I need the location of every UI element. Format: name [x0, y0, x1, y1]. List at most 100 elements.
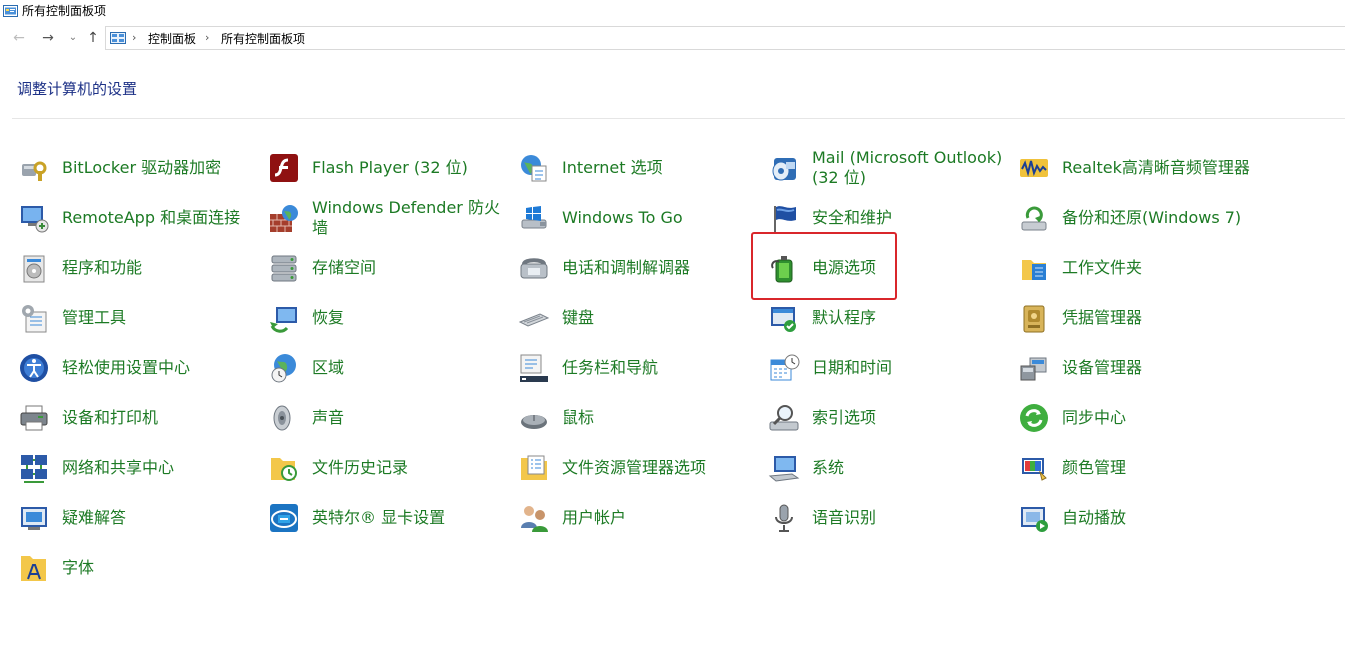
forward-button[interactable]: →: [39, 29, 57, 47]
control-panel-item[interactable]: 疑难解答: [18, 498, 258, 538]
item-label[interactable]: 设备和打印机: [62, 398, 258, 438]
item-label[interactable]: Windows To Go: [562, 198, 758, 238]
control-panel-item[interactable]: 工作文件夹: [1018, 248, 1258, 288]
item-label[interactable]: 索引选项: [812, 398, 1008, 438]
item-label[interactable]: 存储空间: [312, 248, 508, 288]
back-button[interactable]: ←: [10, 29, 28, 47]
item-label[interactable]: Flash Player (32 位): [312, 148, 508, 188]
mouse-icon: [518, 402, 550, 434]
page-heading: 调整计算机的设置: [17, 80, 138, 98]
item-label[interactable]: Windows Defender 防火墙: [312, 198, 508, 238]
control-panel-item[interactable]: Internet 选项: [518, 148, 758, 188]
control-panel-item[interactable]: 语音识别: [768, 498, 1008, 538]
control-panel-item[interactable]: 区域: [268, 348, 508, 388]
internet-options-icon: [518, 152, 550, 184]
devices-printers-icon: [18, 402, 50, 434]
control-panel-item[interactable]: RemoteApp 和桌面连接: [18, 198, 258, 238]
up-button[interactable]: ↑: [84, 29, 102, 47]
item-label[interactable]: 工作文件夹: [1062, 248, 1258, 288]
item-label[interactable]: 备份和还原(Windows 7): [1062, 198, 1258, 238]
breadcrumb-separator[interactable]: ›: [205, 30, 209, 46]
control-panel-item[interactable]: Windows Defender 防火墙: [268, 198, 508, 238]
control-panel-item[interactable]: 自动播放: [1018, 498, 1258, 538]
item-label[interactable]: 鼠标: [562, 398, 758, 438]
item-label[interactable]: 区域: [312, 348, 508, 388]
indexing-options-icon: [768, 402, 800, 434]
item-label[interactable]: 同步中心: [1062, 398, 1258, 438]
item-label[interactable]: 语音识别: [812, 498, 1008, 538]
control-panel-item[interactable]: 英特尔® 显卡设置: [268, 498, 508, 538]
item-label[interactable]: 电话和调制解调器: [562, 248, 758, 288]
item-label[interactable]: Internet 选项: [562, 148, 758, 188]
control-panel-item[interactable]: 任务栏和导航: [518, 348, 758, 388]
control-panel-item[interactable]: BitLocker 驱动器加密: [18, 148, 258, 188]
control-panel-item[interactable]: Windows To Go: [518, 198, 758, 238]
control-panel-item[interactable]: 网络和共享中心: [18, 448, 258, 488]
recent-locations-button[interactable]: ⌄: [64, 29, 82, 47]
control-panel-item[interactable]: Realtek高清晰音频管理器: [1018, 148, 1258, 188]
item-label[interactable]: 自动播放: [1062, 498, 1258, 538]
control-panel-item[interactable]: 存储空间: [268, 248, 508, 288]
control-panel-item[interactable]: 日期和时间: [768, 348, 1008, 388]
item-label[interactable]: 轻松使用设置中心: [62, 348, 258, 388]
control-panel-item[interactable]: 文件资源管理器选项: [518, 448, 758, 488]
credential-manager-icon: [1018, 302, 1050, 334]
item-label[interactable]: 英特尔® 显卡设置: [312, 498, 508, 538]
address-bar[interactable]: › 控制面板 › 所有控制面板项: [105, 26, 1345, 50]
item-label[interactable]: 声音: [312, 398, 508, 438]
breadcrumb-control-panel[interactable]: 控制面板: [148, 31, 196, 47]
control-panel-item[interactable]: 声音: [268, 398, 508, 438]
control-panel-item[interactable]: 键盘: [518, 298, 758, 338]
control-panel-item[interactable]: 默认程序: [768, 298, 1008, 338]
item-label[interactable]: 管理工具: [62, 298, 258, 338]
control-panel-item[interactable]: 系统: [768, 448, 1008, 488]
control-panel-item[interactable]: 设备管理器: [1018, 348, 1258, 388]
system-icon: [768, 452, 800, 484]
control-panel-item[interactable]: 鼠标: [518, 398, 758, 438]
bitlocker-icon: [18, 152, 50, 184]
sound-icon: [268, 402, 300, 434]
breadcrumb-separator[interactable]: ›: [132, 30, 136, 46]
control-panel-item[interactable]: 字体: [18, 548, 258, 588]
item-label[interactable]: Realtek高清晰音频管理器: [1062, 148, 1258, 188]
item-label[interactable]: Mail (Microsoft Outlook) (32 位): [812, 148, 1008, 188]
control-panel-item[interactable]: 凭据管理器: [1018, 298, 1258, 338]
item-label[interactable]: 疑难解答: [62, 498, 258, 538]
item-label[interactable]: 用户帐户: [562, 498, 758, 538]
intel-graphics-icon: [268, 502, 300, 534]
item-label[interactable]: 默认程序: [812, 298, 1008, 338]
item-label[interactable]: 系统: [812, 448, 1008, 488]
item-label[interactable]: 恢复: [312, 298, 508, 338]
item-label[interactable]: RemoteApp 和桌面连接: [62, 198, 258, 238]
control-panel-item[interactable]: Mail (Microsoft Outlook) (32 位): [768, 148, 1008, 188]
control-panel-item[interactable]: 索引选项: [768, 398, 1008, 438]
item-label[interactable]: 文件历史记录: [312, 448, 508, 488]
item-label[interactable]: 颜色管理: [1062, 448, 1258, 488]
item-label[interactable]: 网络和共享中心: [62, 448, 258, 488]
item-label[interactable]: 凭据管理器: [1062, 298, 1258, 338]
control-panel-item[interactable]: 管理工具: [18, 298, 258, 338]
control-panel-item[interactable]: 文件历史记录: [268, 448, 508, 488]
item-label[interactable]: BitLocker 驱动器加密: [62, 148, 258, 188]
control-panel-item[interactable]: 颜色管理: [1018, 448, 1258, 488]
item-label[interactable]: 日期和时间: [812, 348, 1008, 388]
item-label[interactable]: 字体: [62, 548, 258, 588]
item-label[interactable]: 程序和功能: [62, 248, 258, 288]
control-panel-item[interactable]: 备份和还原(Windows 7): [1018, 198, 1258, 238]
control-panel-item[interactable]: 用户帐户: [518, 498, 758, 538]
flash-player-icon: [268, 152, 300, 184]
item-label[interactable]: 文件资源管理器选项: [562, 448, 758, 488]
control-panel-item[interactable]: 程序和功能: [18, 248, 258, 288]
control-panel-item[interactable]: 电话和调制解调器: [518, 248, 758, 288]
item-label[interactable]: 任务栏和导航: [562, 348, 758, 388]
title-bar: 所有控制面板项: [0, 0, 1345, 22]
color-management-icon: [1018, 452, 1050, 484]
control-panel-item[interactable]: 恢复: [268, 298, 508, 338]
breadcrumb-all-items[interactable]: 所有控制面板项: [221, 31, 305, 47]
item-label[interactable]: 键盘: [562, 298, 758, 338]
control-panel-item[interactable]: 设备和打印机: [18, 398, 258, 438]
control-panel-item[interactable]: 轻松使用设置中心: [18, 348, 258, 388]
control-panel-item[interactable]: 同步中心: [1018, 398, 1258, 438]
item-label[interactable]: 设备管理器: [1062, 348, 1258, 388]
control-panel-item[interactable]: Flash Player (32 位): [268, 148, 508, 188]
